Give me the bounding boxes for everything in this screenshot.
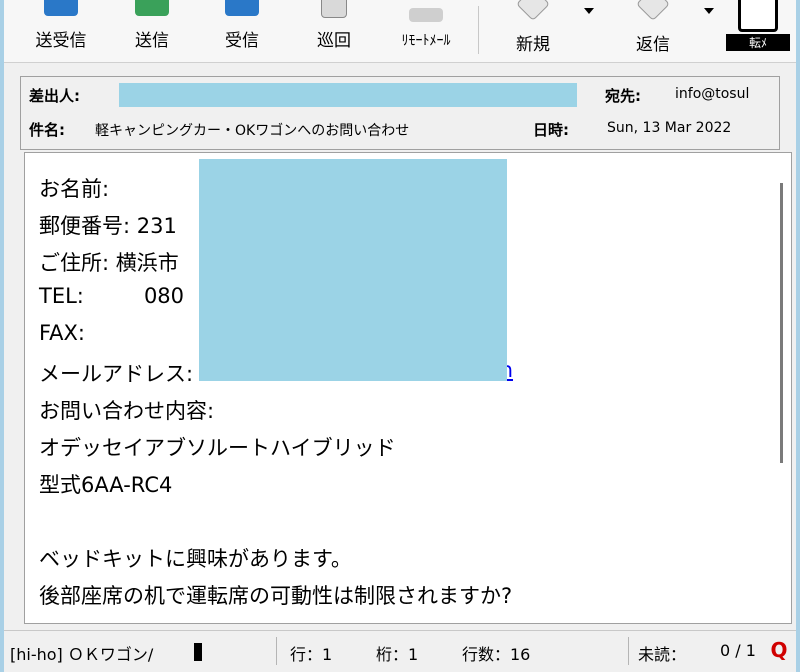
new-mail-label: 新規 bbox=[516, 35, 550, 55]
remote-mail-icon bbox=[409, 8, 443, 22]
patrol-icon bbox=[321, 0, 347, 18]
status-separator bbox=[628, 637, 629, 665]
send-receive-icon bbox=[44, 0, 78, 16]
date-value: Sun, 13 Mar 2022 bbox=[607, 120, 732, 136]
reply-icon bbox=[636, 0, 670, 21]
send-label: 送信 bbox=[135, 31, 169, 51]
fax-line: FAX: bbox=[39, 321, 85, 345]
postal-line: 郵便番号: 231 bbox=[39, 214, 177, 238]
status-bar: [hi-ho] ＯＫワゴン/ 行：1 桁：1 行数：16 未読： 0 / 1 Q bbox=[4, 630, 796, 672]
receive-label: 受信 bbox=[225, 31, 259, 51]
text-cursor-block bbox=[194, 643, 202, 661]
address-line: ご住所: 横浜市 bbox=[39, 251, 179, 275]
status-separator bbox=[276, 637, 277, 665]
date-label: 日時: bbox=[533, 121, 569, 139]
inquiry-bedkit-line: ベッドキットに興味があります。 bbox=[39, 547, 352, 571]
toolbar: 送受信 送信 受信 巡回 ﾘﾓｰﾄﾒｰﾙ 新規 返信 転ﾒ bbox=[4, 0, 796, 63]
name-line: お名前: bbox=[39, 177, 110, 201]
forward-label: 転ﾒ bbox=[726, 34, 790, 51]
receive-button[interactable]: 受信 bbox=[202, 0, 282, 58]
send-receive-button[interactable]: 送受信 bbox=[18, 0, 104, 58]
status-folder: [hi-ho] ＯＫワゴン/ bbox=[10, 645, 154, 664]
message-body[interactable]: お名前: 郵便番号: 231 ご住所: 横浜市 TEL: 080 FAX: メー… bbox=[24, 152, 792, 624]
toolbar-separator bbox=[478, 6, 479, 54]
new-mail-icon bbox=[516, 0, 550, 21]
reply-label: 返信 bbox=[636, 35, 670, 55]
inquiry-car-line: オデッセイアブソルートハイブリッド bbox=[39, 436, 396, 460]
to-value: info@tosul bbox=[675, 86, 750, 102]
forward-icon bbox=[738, 0, 778, 32]
status-line: 行：1 bbox=[290, 645, 333, 664]
patrol-label: 巡回 bbox=[317, 31, 351, 51]
status-unread-count: 0 / 1 bbox=[720, 641, 756, 660]
forward-button[interactable]: 転ﾒ bbox=[726, 0, 790, 58]
reply-button[interactable]: 返信 bbox=[610, 0, 696, 58]
new-mail-dropdown-arrow[interactable] bbox=[584, 8, 594, 14]
body-redaction bbox=[199, 159, 507, 381]
vertical-scrollbar[interactable] bbox=[780, 183, 783, 463]
remote-mail-label: ﾘﾓｰﾄﾒｰﾙ bbox=[401, 33, 451, 49]
tel-line: TEL: 080 bbox=[39, 284, 185, 308]
new-mail-button[interactable]: 新規 bbox=[490, 0, 576, 58]
inquiry-model-line: 型式6AA-RC4 bbox=[39, 473, 173, 497]
to-label: 宛先: bbox=[605, 87, 641, 105]
subject-label: 件名: bbox=[29, 121, 65, 139]
subject-value: 軽キャンピングカー・OKワゴンへのお問い合わせ bbox=[95, 123, 410, 139]
status-column: 桁：1 bbox=[376, 645, 419, 664]
q-icon[interactable]: Q bbox=[768, 639, 790, 661]
reply-dropdown-arrow[interactable] bbox=[704, 8, 714, 14]
send-button[interactable]: 送信 bbox=[112, 0, 192, 58]
status-unread-label: 未読： bbox=[638, 645, 687, 664]
status-line-count: 行数：16 bbox=[462, 645, 531, 664]
patrol-button[interactable]: 巡回 bbox=[294, 0, 374, 58]
message-header: 差出人: 宛先: info@tosul 件名: 軽キャンピングカー・OKワゴンへ… bbox=[20, 76, 780, 150]
send-receive-label: 送受信 bbox=[35, 31, 87, 51]
from-redaction bbox=[119, 83, 577, 107]
receive-icon bbox=[225, 0, 259, 16]
remote-mail-button[interactable]: ﾘﾓｰﾄﾒｰﾙ bbox=[378, 0, 474, 58]
mail-window: 送受信 送信 受信 巡回 ﾘﾓｰﾄﾒｰﾙ 新規 返信 転ﾒ 差出人: 宛先: i… bbox=[4, 0, 796, 672]
inquiry-label-line: お問い合わせ内容: bbox=[39, 399, 215, 423]
email-line: メールアドレス: bbox=[39, 362, 194, 386]
from-label: 差出人: bbox=[29, 87, 80, 105]
send-icon bbox=[135, 0, 169, 16]
inquiry-question-line: 後部座席の机で運転席の可動性は制限されますか? bbox=[39, 584, 513, 608]
